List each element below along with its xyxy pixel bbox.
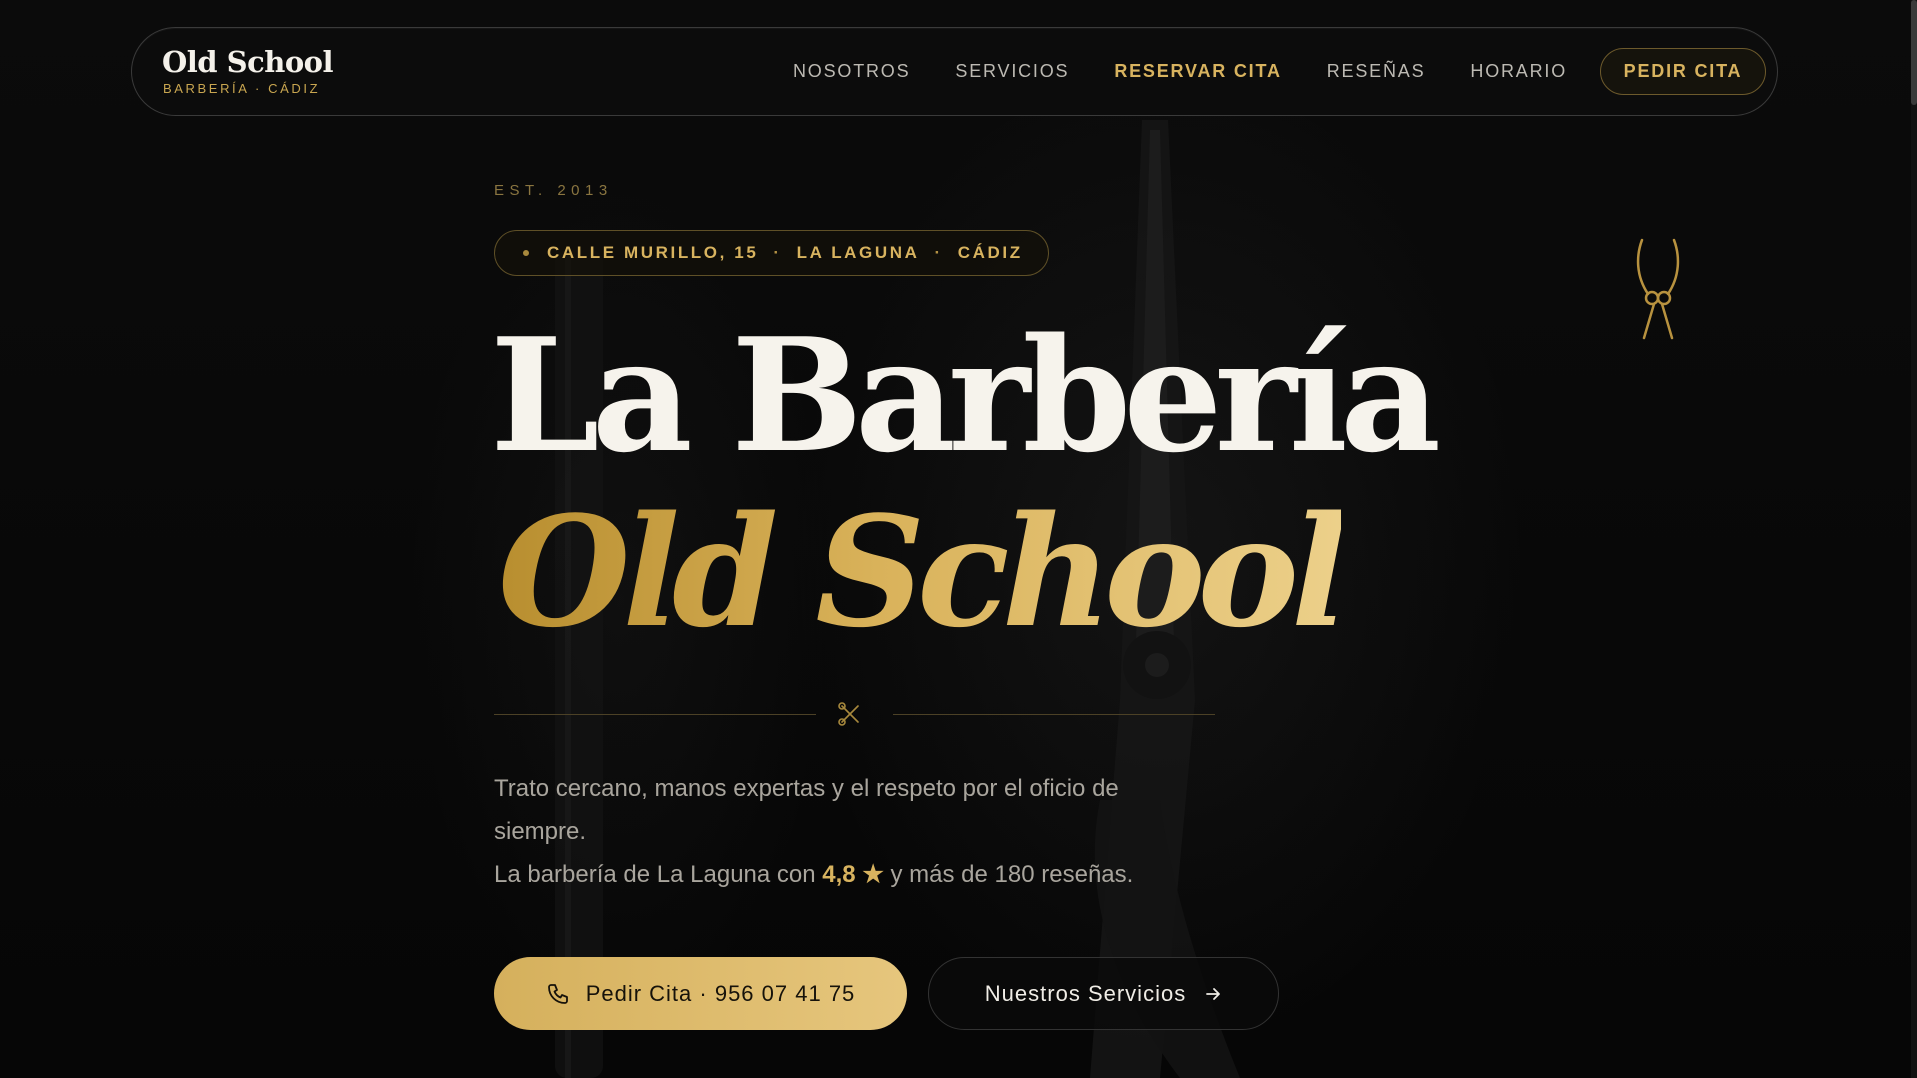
address-neighborhood: LA LAGUNA [796, 243, 920, 262]
address-city: CÁDIZ [957, 243, 1023, 262]
established-label: EST. 2013 [494, 182, 613, 199]
address-badge: CALLE MURILLO, 15 · LA LAGUNA · CÁDIZ [494, 230, 1049, 276]
pedir-cita-button-label: Pedir Cita · 956 07 41 75 [585, 980, 856, 1006]
scrollbar-thumb[interactable] [1911, 0, 1917, 105]
description-suffix: y más de 180 reseñas. [890, 861, 1134, 888]
nav-links: NOSOTROS SERVICIOS RESERVAR CITA RESEÑAS… [748, 28, 1766, 114]
description-line1: Trato cercano, manos expertas y el respe… [494, 775, 1119, 845]
scissors-icon [838, 702, 859, 726]
address-separator: · [773, 243, 782, 262]
hero-title-line2: Old School [498, 482, 1349, 661]
nav-link-horario[interactable]: HORARIO [1470, 61, 1567, 82]
page-scrollbar[interactable] [1911, 0, 1917, 1078]
arrow-right-icon [1206, 987, 1221, 1000]
nav-link-servicios[interactable]: SERVICIOS [955, 61, 1069, 82]
brand-logo-name[interactable]: Old School [162, 45, 334, 79]
nav-pedir-cita-button[interactable]: PEDIR CITA [1600, 47, 1766, 95]
address-dot-icon [523, 250, 529, 256]
rating-value: 4,8 ★ [822, 861, 884, 888]
divider-line-left [494, 714, 816, 715]
description-prefix: La barbería de La Laguna con [494, 861, 816, 888]
scissors-icon [1636, 238, 1680, 340]
pedir-cita-phone-button[interactable]: Pedir Cita · 956 07 41 75 [494, 957, 907, 1030]
hero-title-line1: La Barbería [490, 304, 1441, 487]
nav-link-reservar-cita[interactable]: RESERVAR CITA [1114, 61, 1281, 82]
description-line2: La barbería de La Laguna con 4,8 ★ y más… [494, 853, 1194, 896]
divider-line-right [893, 714, 1215, 715]
nuestros-servicios-button[interactable]: Nuestros Servicios [928, 957, 1279, 1030]
nav-link-resenas[interactable]: RESEÑAS [1327, 61, 1426, 82]
address-street: CALLE MURILLO, 15 [547, 243, 759, 262]
address-separator: · [934, 243, 943, 262]
nuestros-servicios-label: Nuestros Servicios [984, 980, 1187, 1006]
brand-subtitle: BARBERÍA · CÁDIZ [163, 81, 321, 96]
phone-icon [547, 983, 568, 1004]
nav-link-nosotros[interactable]: NOSOTROS [793, 61, 910, 82]
top-navigation: Old School BARBERÍA · CÁDIZ NOSOTROS SER… [131, 27, 1778, 116]
hero-description: Trato cercano, manos expertas y el respe… [494, 767, 1194, 896]
